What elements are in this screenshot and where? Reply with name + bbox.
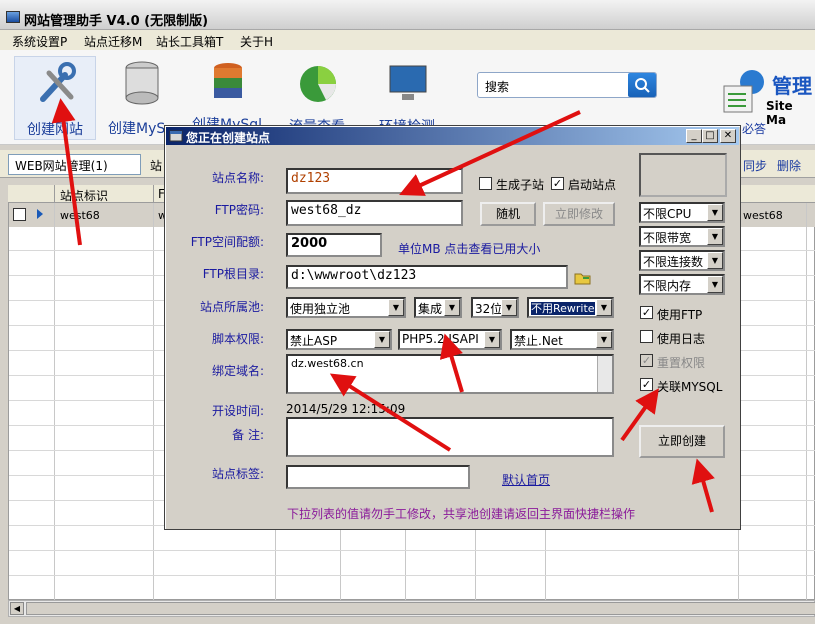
search-icon <box>635 78 650 93</box>
sub-site-checkbox[interactable] <box>479 177 492 190</box>
bandwidth-select[interactable]: 不限带宽 ▼ <box>639 226 725 247</box>
footer-note: 下拉列表的值请勿手工修改，共享池创建请返回主界面快捷栏操作 <box>287 507 636 521</box>
php-select[interactable]: PHP5.2 ISAPI ▼ <box>398 329 502 350</box>
menu-site-migration[interactable]: 站点迁移M <box>84 33 142 50</box>
remark-textarea[interactable] <box>286 417 614 457</box>
created-time: 2014/5/29 12:15:09 <box>286 402 406 416</box>
label-script-perm: 脚本权限: <box>211 332 264 346</box>
scroll-thumb[interactable] <box>26 602 815 615</box>
bits-select[interactable]: 32位 ▼ <box>471 297 519 318</box>
label-ftp-password: FTP密码: <box>214 203 264 217</box>
brand-logo-icon <box>723 70 764 113</box>
app-title: 网站管理助手 V4.0 (无限制版) <box>24 14 209 29</box>
label-ftp-quota: FTP空间配额: <box>190 235 264 249</box>
col-site-id[interactable]: 站点标识 <box>60 187 108 204</box>
create-site-button[interactable]: 创建网站 <box>14 56 96 140</box>
maximize-button[interactable]: □ <box>702 129 718 143</box>
database-icon <box>125 61 159 105</box>
label-remark: 备 注: <box>232 428 264 442</box>
ftp-password-input[interactable]: west68_dz <box>286 200 463 226</box>
ftp-quota-input[interactable]: 2000 <box>286 233 382 257</box>
label-tag: 站点标签: <box>211 467 264 481</box>
ftp-root-input[interactable]: d:\wwwroot\dz123 <box>286 265 568 289</box>
use-log-label: 使用日志 <box>657 332 706 346</box>
memory-select[interactable]: 不限内存 ▼ <box>639 274 725 295</box>
row-pointer-icon <box>37 209 43 219</box>
start-site-label: 启动站点 <box>568 178 617 192</box>
sub-site-label: 生成子站 <box>496 178 545 192</box>
label-created: 开设时间: <box>211 404 264 418</box>
connections-select[interactable]: 不限连接数 ▼ <box>639 250 725 271</box>
chevron-down-icon: ▼ <box>707 252 723 269</box>
tools-icon <box>40 62 76 102</box>
folder-browse-icon[interactable] <box>574 270 592 286</box>
pool-select[interactable]: 使用独立池 ▼ <box>286 297 406 318</box>
chevron-down-icon: ▼ <box>374 331 390 348</box>
random-button[interactable]: 随机 <box>480 202 536 226</box>
brand-subtitle: Site Ma <box>766 99 793 127</box>
delete-link[interactable]: 删除 <box>777 157 801 174</box>
scroll-left-arrow[interactable]: ◀ <box>10 602 24 615</box>
label-pool: 站点所属池: <box>199 300 264 314</box>
asp-select[interactable]: 禁止ASP ▼ <box>286 329 392 350</box>
link-mysql-checkbox[interactable]: ✓ <box>640 378 653 391</box>
minimize-button[interactable]: _ <box>686 129 702 143</box>
quota-hint-link[interactable]: 单位MB 点击查看已用大小 <box>398 240 540 257</box>
pie-chart-icon <box>300 66 336 102</box>
modify-button[interactable]: 立即修改 <box>543 202 615 226</box>
chevron-down-icon: ▼ <box>707 228 723 245</box>
create-mysql-label: 创建MySql <box>108 121 172 137</box>
label-site-name: 站点名称: <box>211 171 264 185</box>
row-right-cell: west68 <box>743 209 783 222</box>
chevron-down-icon: ▼ <box>388 299 404 316</box>
banner-link[interactable]: 必答 <box>742 120 766 137</box>
domain-textarea[interactable]: dz.west68.cn <box>286 354 614 394</box>
reset-perm-checkbox[interactable]: ✓ <box>640 354 653 367</box>
chevron-down-icon: ▼ <box>501 299 517 316</box>
menu-about[interactable]: 关于H <box>240 33 273 50</box>
domain-scrollbar[interactable] <box>597 356 612 392</box>
tab-next[interactable]: 站 <box>150 157 162 174</box>
pool-mode-select[interactable]: 集成 ▼ <box>414 297 462 318</box>
cpu-select[interactable]: 不限CPU ▼ <box>639 202 725 223</box>
create-site-label: 创建网站 <box>27 122 83 138</box>
close-button[interactable]: ✕ <box>720 129 736 143</box>
sync-link[interactable]: 同步 <box>743 157 767 174</box>
chevron-down-icon: ▼ <box>444 299 460 316</box>
app-icon <box>6 11 20 23</box>
reset-perm-label: 重置权限 <box>657 356 706 370</box>
monitor-icon <box>389 65 427 100</box>
rewrite-select[interactable]: 不用Rewrite ▼ <box>527 297 614 318</box>
chevron-down-icon: ▼ <box>596 331 612 348</box>
use-log-checkbox[interactable] <box>640 330 653 343</box>
row-checkbox[interactable] <box>13 208 26 221</box>
chevron-down-icon: ▼ <box>707 276 723 293</box>
search-button[interactable] <box>628 73 656 97</box>
label-ftp-root: FTP根目录: <box>202 267 264 281</box>
start-site-checkbox[interactable]: ✓ <box>551 177 564 190</box>
chevron-down-icon: ▼ <box>707 204 723 221</box>
chevron-down-icon: ▼ <box>596 299 612 316</box>
default-page-link[interactable]: 默认首页 <box>502 471 550 488</box>
site-name-input[interactable]: dz123 <box>286 168 463 194</box>
dialog-title: 您正在创建站点 <box>186 131 271 145</box>
server-db-icon <box>214 63 242 98</box>
search-input[interactable]: 搜索 <box>485 78 509 95</box>
menu-webmaster-tools[interactable]: 站长工具箱T <box>156 33 223 50</box>
use-ftp-checkbox[interactable]: ✓ <box>640 306 653 319</box>
dialog-app-icon <box>169 130 183 142</box>
use-ftp-label: 使用FTP <box>657 308 703 322</box>
row-site-id: west68 <box>60 209 100 222</box>
net-select[interactable]: 禁止.Net ▼ <box>510 329 614 350</box>
create-now-button[interactable]: 立即创建 <box>639 425 725 458</box>
menu-system-settings[interactable]: 系统设置P <box>12 33 67 50</box>
label-domain: 绑定域名: <box>211 364 264 378</box>
chevron-down-icon: ▼ <box>484 331 500 348</box>
brand-title: 管理 <box>772 74 812 98</box>
tag-input[interactable] <box>286 465 470 489</box>
preview-box <box>639 153 727 197</box>
link-mysql-label: 关联MYSQL <box>657 380 723 394</box>
tab-web-site-management[interactable]: WEB网站管理(1) <box>8 154 141 175</box>
